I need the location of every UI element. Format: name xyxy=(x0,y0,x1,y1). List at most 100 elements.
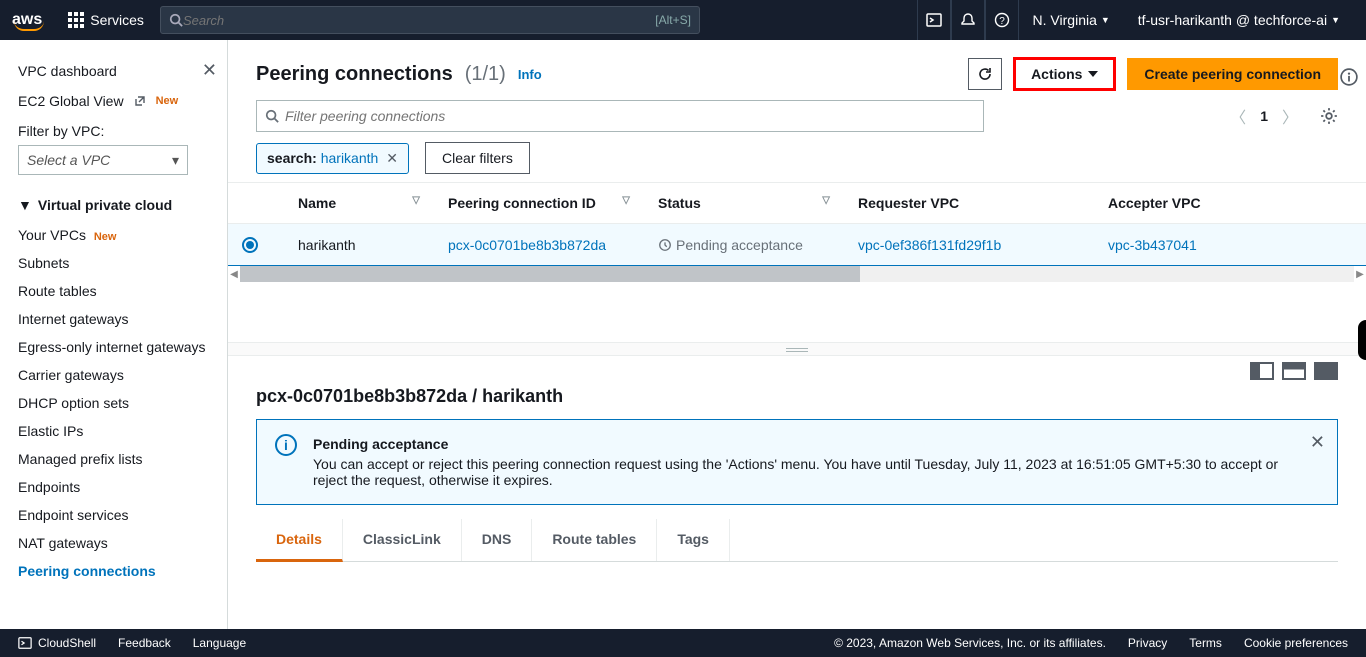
col-pcx[interactable]: Peering connection ID ▽ xyxy=(434,183,644,224)
nav-managed-prefix-lists[interactable]: Managed prefix lists xyxy=(18,445,227,473)
col-status[interactable]: Status▽ xyxy=(644,183,844,224)
row-radio[interactable] xyxy=(242,237,258,253)
col-status-label: Status xyxy=(658,195,701,211)
sort-icon: ▽ xyxy=(412,195,420,206)
col-name[interactable]: Name▽ xyxy=(284,183,434,224)
pane-splitter[interactable]: ◀ xyxy=(228,342,1366,356)
nav-your-vpcs[interactable]: Your VPCs New xyxy=(18,221,227,249)
sort-icon: ▽ xyxy=(622,195,630,206)
layout-bottom-icon[interactable] xyxy=(1282,362,1306,380)
nav-endpoint-services[interactable]: Endpoint services xyxy=(18,501,227,529)
tab-classiclink[interactable]: ClassicLink xyxy=(343,519,462,561)
actions-button[interactable]: Actions xyxy=(1014,58,1115,90)
help-icon[interactable]: ? xyxy=(985,0,1019,40)
horizontal-scrollbar[interactable]: ◀ ▶ xyxy=(240,266,1354,282)
sidebar-global-view[interactable]: EC2 Global View New xyxy=(18,87,227,115)
detail-title: pcx-0c0701be8b3b872da / harikanth xyxy=(228,380,1366,419)
search-icon xyxy=(265,109,279,123)
chip-value: harikanth xyxy=(321,150,379,166)
region-selector[interactable]: N. Virginia ▼ xyxy=(1019,0,1124,40)
footer-privacy[interactable]: Privacy xyxy=(1128,636,1167,650)
nav-internet-gateways[interactable]: Internet gateways xyxy=(18,305,227,333)
notice-title: Pending acceptance xyxy=(313,436,1293,452)
messenger-tab[interactable] xyxy=(1358,320,1366,360)
scroll-right-icon[interactable]: ▶ xyxy=(1354,266,1366,282)
scroll-left-icon[interactable]: ◀ xyxy=(228,266,240,282)
footer-feedback[interactable]: Feedback xyxy=(118,636,171,650)
refresh-button[interactable] xyxy=(968,58,1002,90)
sidebar-section-vpc[interactable]: ▼ Virtual private cloud xyxy=(18,197,227,221)
help-panel-toggle[interactable] xyxy=(1332,58,1366,96)
sidebar-dashboard-label: VPC dashboard xyxy=(18,63,117,79)
scroll-thumb[interactable] xyxy=(240,266,860,282)
nav-route-tables[interactable]: Route tables xyxy=(18,277,227,305)
layout-side-icon[interactable] xyxy=(1250,362,1274,380)
filter-input[interactable] xyxy=(285,108,975,124)
remove-chip-icon[interactable]: ✕ xyxy=(386,150,398,167)
close-icon[interactable]: ✕ xyxy=(202,60,217,81)
layout-full-icon[interactable] xyxy=(1314,362,1338,380)
page-title: Peering connections xyxy=(256,63,453,86)
chip-key: search: xyxy=(267,150,317,166)
footer-terms[interactable]: Terms xyxy=(1189,636,1222,650)
tab-route-tables[interactable]: Route tables xyxy=(532,519,657,561)
aws-logo[interactable]: aws xyxy=(12,11,56,29)
create-peering-button[interactable]: Create peering connection xyxy=(1127,58,1338,90)
cell-name: harikanth xyxy=(284,224,434,266)
new-badge: New xyxy=(94,231,117,243)
tab-details[interactable]: Details xyxy=(256,519,343,562)
footer-cloudshell[interactable]: CloudShell xyxy=(18,636,96,650)
cell-acc[interactable]: vpc-3b437041 xyxy=(1094,224,1366,266)
pending-notice: i ✕ Pending acceptance You can accept or… xyxy=(256,419,1338,505)
col-pcx-label: Peering connection ID xyxy=(448,195,596,211)
prev-page[interactable]: 〈 xyxy=(1230,104,1246,128)
tab-dns[interactable]: DNS xyxy=(462,519,533,561)
search-icon xyxy=(169,13,183,27)
clear-filters-button[interactable]: Clear filters xyxy=(425,142,530,174)
sidebar-globalview-label: EC2 Global View xyxy=(18,93,124,109)
cell-status: Pending acceptance xyxy=(644,224,844,266)
notice-body: You can accept or reject this peering co… xyxy=(313,456,1293,488)
notifications-icon[interactable] xyxy=(951,0,985,40)
peering-table: Name▽ Peering connection ID▽ Status▽ Req… xyxy=(228,182,1366,282)
footer-cookies[interactable]: Cookie preferences xyxy=(1244,636,1348,650)
cell-pcx[interactable]: pcx-0c0701be8b3b872da xyxy=(434,224,644,266)
pagination: 〈 1 〉 xyxy=(1230,104,1298,128)
cloudshell-icon xyxy=(18,636,32,650)
nav-egress-only-gateways[interactable]: Egress-only internet gateways xyxy=(18,333,227,361)
close-icon[interactable]: ✕ xyxy=(1310,432,1325,453)
filter-row: 〈 1 〉 xyxy=(228,90,1366,132)
sidebar-dashboard[interactable]: VPC dashboard ✕ xyxy=(18,54,227,87)
cell-req[interactable]: vpc-0ef386f131fd29f1b xyxy=(844,224,1094,266)
nav-endpoints[interactable]: Endpoints xyxy=(18,473,227,501)
nav-elastic-ips[interactable]: Elastic IPs xyxy=(18,417,227,445)
account-menu[interactable]: tf-usr-harikanth @ techforce-ai ▼ xyxy=(1124,0,1354,40)
next-page[interactable]: 〉 xyxy=(1282,104,1298,128)
vpc-select[interactable]: Select a VPC ▾ xyxy=(18,145,188,175)
search-input[interactable] xyxy=(183,13,655,28)
nav-carrier-gateways[interactable]: Carrier gateways xyxy=(18,361,227,389)
caret-down-icon: ▼ xyxy=(18,197,32,213)
cloudshell-icon[interactable] xyxy=(917,0,951,40)
settings-gear[interactable] xyxy=(1320,107,1338,125)
info-link[interactable]: Info xyxy=(518,67,542,82)
chevron-down-icon: ▾ xyxy=(172,152,179,169)
col-req[interactable]: Requester VPC xyxy=(844,183,1094,224)
col-acc[interactable]: Accepter VPC xyxy=(1094,183,1366,224)
nav-subnets[interactable]: Subnets xyxy=(18,249,227,277)
filter-chips: search: harikanth ✕ Clear filters xyxy=(228,132,1366,182)
filter-chip[interactable]: search: harikanth ✕ xyxy=(256,143,409,174)
filter-input-wrap[interactable] xyxy=(256,100,984,132)
nav-dhcp-option-sets[interactable]: DHCP option sets xyxy=(18,389,227,417)
nav-nat-gateways[interactable]: NAT gateways xyxy=(18,529,227,557)
nav-peering-connections[interactable]: Peering connections xyxy=(18,557,227,585)
layout-toggles xyxy=(228,356,1366,380)
services-menu[interactable]: Services xyxy=(56,0,156,40)
actions-label: Actions xyxy=(1031,66,1082,82)
table-row[interactable]: harikanth pcx-0c0701be8b3b872da Pending … xyxy=(228,224,1366,266)
sidebar: VPC dashboard ✕ EC2 Global View New Filt… xyxy=(0,40,228,629)
footer-language[interactable]: Language xyxy=(193,636,246,650)
cell-status-text: Pending acceptance xyxy=(676,237,803,253)
global-search[interactable]: [Alt+S] xyxy=(160,6,700,34)
tab-tags[interactable]: Tags xyxy=(657,519,730,561)
